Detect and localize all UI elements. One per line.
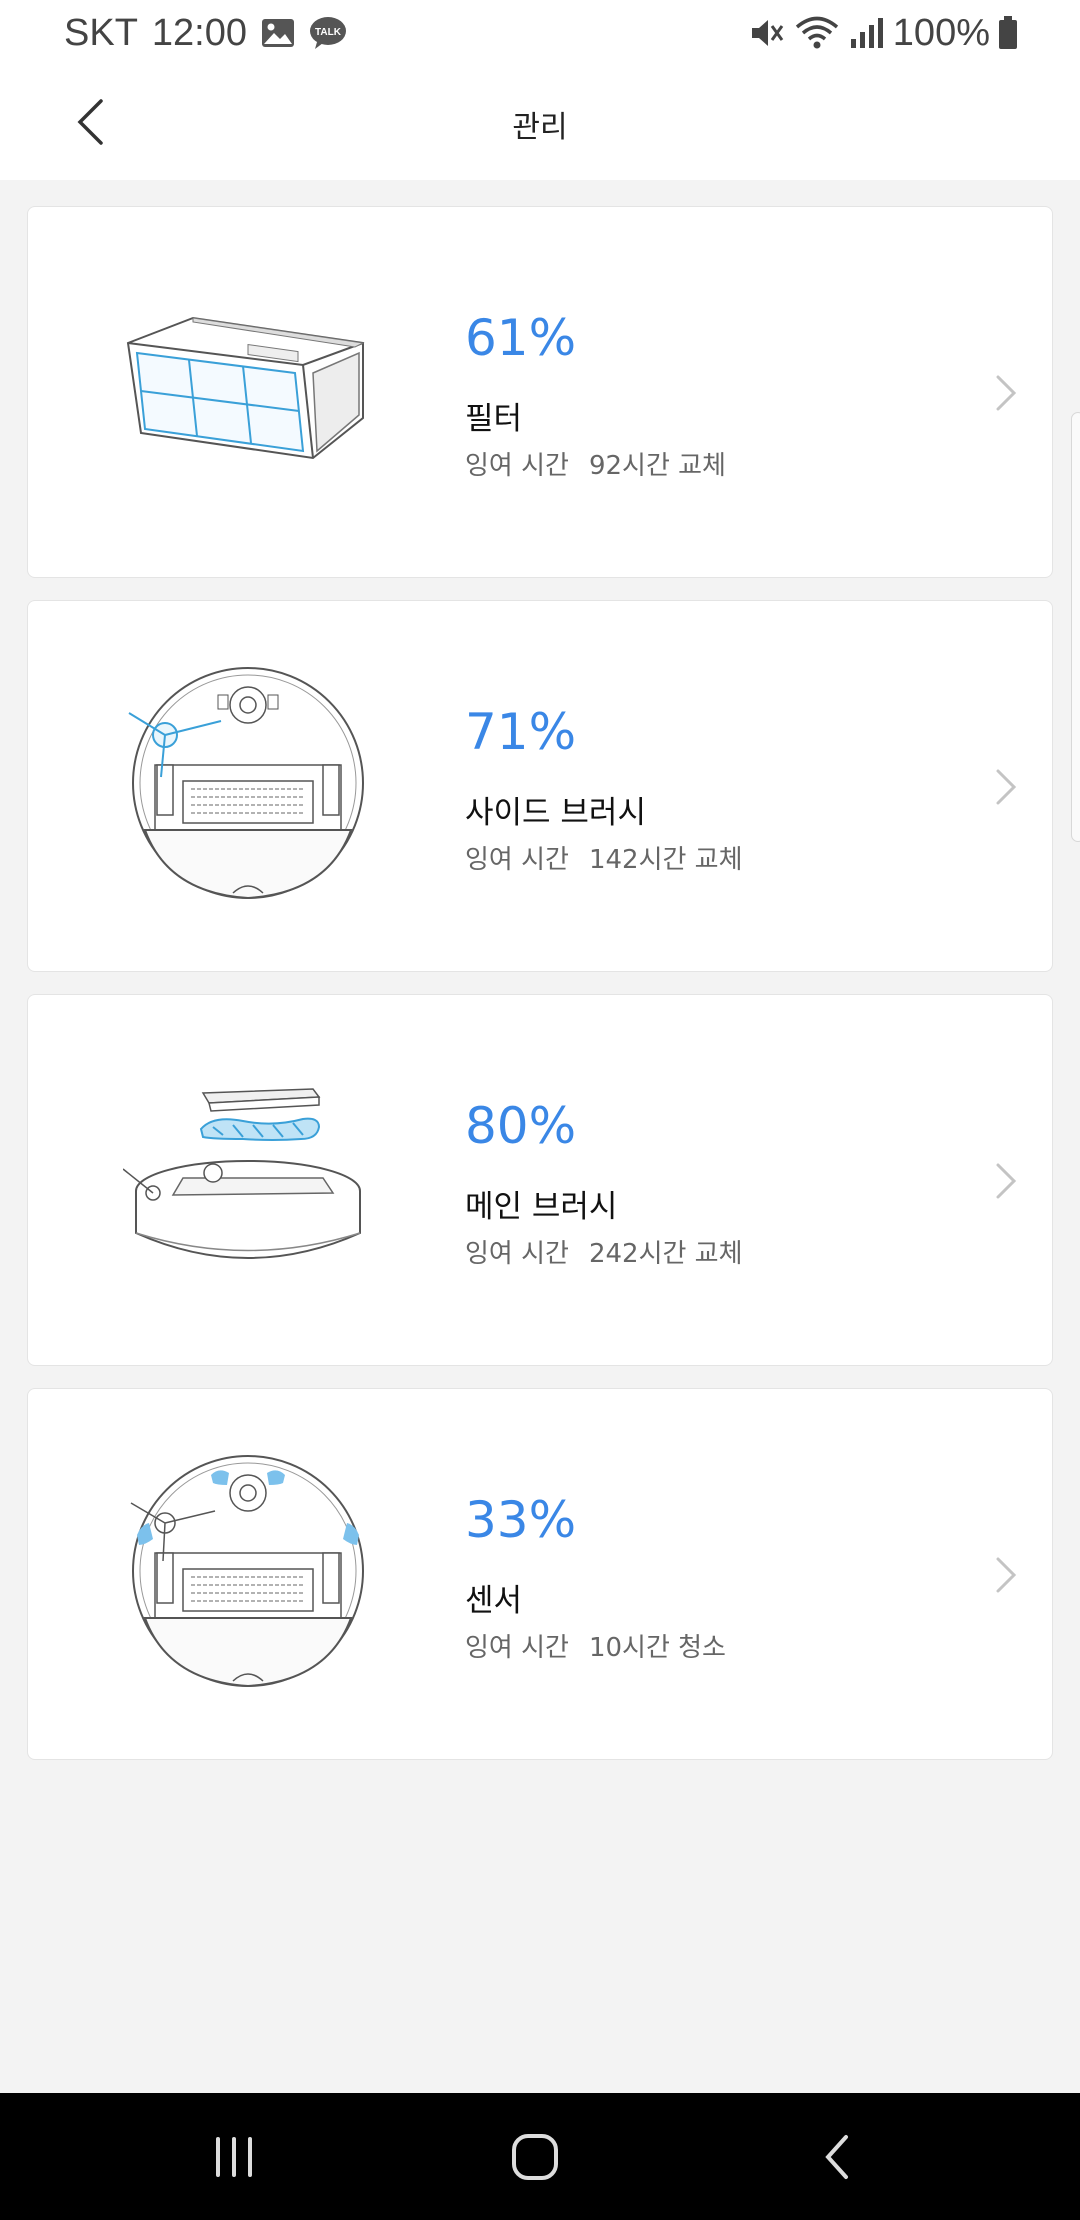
status-bar: SKT 12:00 TALK 100% <box>0 0 1080 66</box>
page-title: 관리 <box>512 110 568 145</box>
side-brush-percent: 71% <box>465 703 577 761</box>
sensor-name: 센서 <box>465 1583 523 1619</box>
sensor-image <box>123 1455 373 1688</box>
battery-icon <box>998 16 1018 50</box>
gallery-icon <box>261 18 295 48</box>
back-icon <box>825 2135 848 2179</box>
nav-back-button[interactable] <box>802 2125 872 2189</box>
consumables-list: 61% 필터 잉여 시간 92시간 교체 71% 사이드 브러시 잉여 시간 1… <box>27 206 1053 1782</box>
system-nav-bar <box>0 2093 1080 2220</box>
filter-percent: 61% <box>465 309 577 367</box>
remaining-label: 잉여 시간 <box>465 845 569 875</box>
remaining-value: 242시간 교체 <box>588 1239 743 1269</box>
main-brush-percent: 80% <box>465 1097 577 1155</box>
wifi-icon <box>795 16 839 50</box>
main-brush-remaining: 잉여 시간 242시간 교체 <box>465 1233 743 1270</box>
mute-icon <box>749 17 785 49</box>
remaining-value: 10시간 청소 <box>588 1633 726 1663</box>
side-brush-name: 사이드 브러시 <box>465 795 646 831</box>
home-button[interactable] <box>500 2125 570 2189</box>
remaining-label: 잉여 시간 <box>465 451 569 481</box>
remaining-value: 142시간 교체 <box>588 845 743 875</box>
list-item-side-brush[interactable]: 71% 사이드 브러시 잉여 시간 142시간 교체 <box>27 600 1053 972</box>
filter-name: 필터 <box>465 401 523 437</box>
main-brush-image <box>122 1088 373 1271</box>
chevron-right-icon <box>996 1163 1017 1199</box>
svg-text:TALK: TALK <box>315 27 342 38</box>
signal-icon <box>849 17 883 49</box>
remaining-label: 잉여 시간 <box>465 1633 569 1663</box>
chevron-right-icon <box>996 375 1017 411</box>
home-icon <box>512 2134 558 2180</box>
list-item-main-brush[interactable]: 80% 메인 브러시 잉여 시간 242시간 교체 <box>27 994 1053 1366</box>
battery-percent: 100% <box>892 11 990 54</box>
side-brush-image <box>123 667 373 900</box>
kakaotalk-icon: TALK <box>309 16 347 50</box>
side-brush-remaining: 잉여 시간 142시간 교체 <box>465 839 743 876</box>
app-bar: 관리 <box>0 66 1080 180</box>
list-item-sensor[interactable]: 33% 센서 잉여 시간 10시간 청소 <box>27 1388 1053 1760</box>
remaining-label: 잉여 시간 <box>465 1239 569 1269</box>
remaining-value: 92시간 교체 <box>588 451 726 481</box>
recent-apps-button[interactable] <box>199 2125 269 2189</box>
filter-image <box>123 303 373 483</box>
edge-panel-handle[interactable] <box>1071 412 1080 842</box>
sensor-percent: 33% <box>465 1491 577 1549</box>
recent-apps-icon <box>216 2137 252 2177</box>
carrier-label: SKT <box>64 11 138 54</box>
filter-remaining: 잉여 시간 92시간 교체 <box>465 445 726 482</box>
list-item-filter[interactable]: 61% 필터 잉여 시간 92시간 교체 <box>27 206 1053 578</box>
clock: 12:00 <box>151 11 247 54</box>
chevron-right-icon <box>996 1557 1017 1593</box>
chevron-right-icon <box>996 769 1017 805</box>
sensor-remaining: 잉여 시간 10시간 청소 <box>465 1627 726 1664</box>
main-brush-name: 메인 브러시 <box>465 1189 618 1225</box>
